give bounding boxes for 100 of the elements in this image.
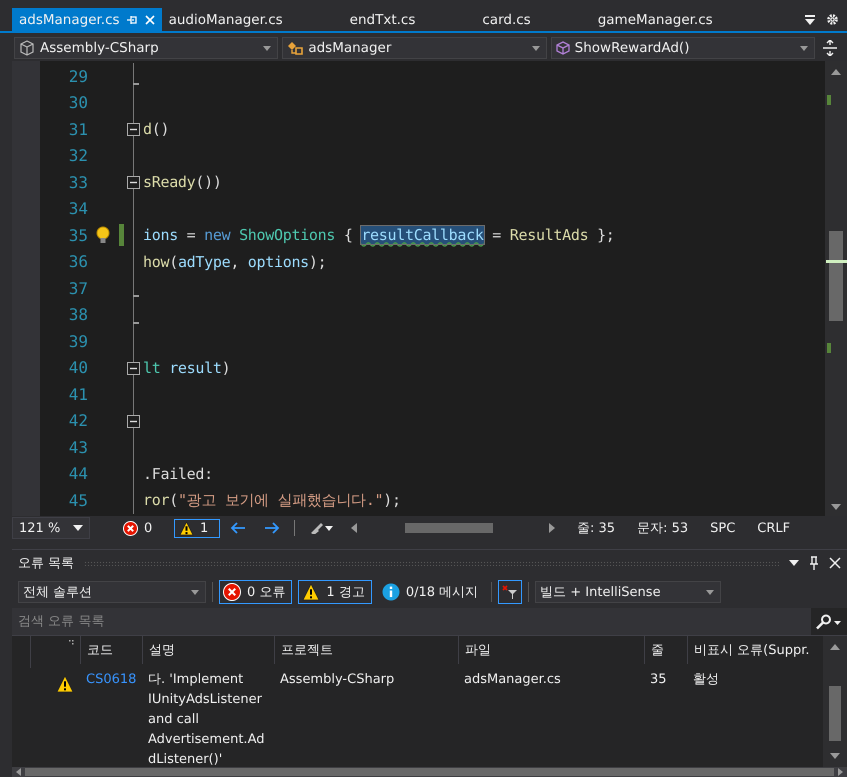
code-line: .Failed: [142, 464, 213, 483]
caret-icon [800, 46, 808, 50]
line-number: 35 [68, 226, 88, 245]
caret-icon [706, 590, 714, 594]
navigation-dropdown[interactable]: Assembly-CSharp [14, 37, 278, 59]
dropdown-icon[interactable] [789, 560, 799, 566]
change-mark [827, 95, 831, 105]
close-icon[interactable] [829, 557, 841, 569]
code-line: d() [142, 120, 170, 138]
line-number: 36 [68, 252, 88, 272]
code-line: sReady()) [142, 173, 222, 192]
line-number: 31 [68, 120, 88, 139]
overflow-icon[interactable] [804, 14, 816, 26]
table-cell-text: 다. 'Implement IUnityAdsListener and call Advertisement.AddListener()' [147, 671, 266, 769]
collapse-icon[interactable] [127, 176, 140, 189]
cube-icon [556, 41, 570, 55]
scroll-thumb[interactable] [25, 768, 834, 776]
search-field[interactable]: 검색 오류 목록 [12, 608, 811, 635]
scroll-down-icon[interactable] [831, 504, 841, 510]
caret-icon [191, 590, 199, 594]
change-mark [827, 343, 831, 353]
line-number: 41 [68, 384, 88, 404]
column-header[interactable]: 설명 [142, 636, 274, 664]
line-number: 33 [68, 172, 88, 192]
collapse-icon[interactable] [127, 362, 140, 374]
navigation-dropdown[interactable]: ShowRewardAd() [550, 37, 815, 59]
lightbulb-icon[interactable] [96, 226, 110, 244]
scope-dropdown[interactable]: 전체 솔루션 [18, 581, 206, 603]
caret-position-mark [826, 260, 847, 263]
line-number: 34 [68, 199, 88, 218]
collapse-icon[interactable] [127, 414, 140, 428]
error-filter-button[interactable]: 0 오류 [219, 580, 292, 604]
scroll-thumb[interactable] [829, 686, 841, 741]
line-number: 32 [68, 146, 88, 166]
line-number: 38 [68, 305, 88, 324]
line-number: 44 [68, 464, 88, 484]
warning-icon [56, 675, 74, 693]
scroll-left-icon[interactable] [351, 523, 357, 533]
column-header[interactable]: 파일 [458, 636, 644, 664]
back-arrow-icon[interactable] [230, 522, 246, 534]
scroll-thumb[interactable] [829, 231, 843, 321]
warning-count-button[interactable]: 1 [174, 518, 220, 538]
zoom-dropdown[interactable]: 121 % [12, 517, 90, 539]
split-icon[interactable] [822, 40, 837, 56]
collapse-icon[interactable] [127, 123, 140, 136]
line-number: 30 [68, 93, 88, 112]
table-cell-text: 활성 [692, 671, 720, 689]
line-number: 43 [68, 438, 88, 457]
source-dropdown[interactable]: 빌드 + IntelliSense [535, 581, 722, 603]
warning-icon [302, 583, 320, 601]
error-count-button[interactable]: 0 [118, 518, 164, 538]
column-header[interactable]: 코드 [80, 636, 142, 664]
warning-icon [179, 520, 194, 536]
scroll-right-icon[interactable] [838, 768, 843, 776]
scroll-thumb[interactable] [405, 523, 493, 533]
line-ending: CRLF [757, 520, 790, 536]
info-icon [382, 583, 400, 601]
scroll-right-icon[interactable] [549, 523, 555, 533]
line-number: 29 [68, 66, 88, 86]
column-header[interactable]: 줄 [644, 636, 687, 664]
clear-filter-button[interactable] [498, 580, 522, 604]
navigation-dropdown[interactable]: adsManager [282, 37, 547, 59]
info-filter-button[interactable]: 0/18 메시지 [378, 580, 486, 604]
file-tab[interactable]: card.cs [475, 8, 591, 31]
line-number: 42 [68, 411, 88, 430]
code-line: ror("광고 보기에 실패했습니다."); [142, 490, 401, 510]
caret-icon[interactable] [73, 525, 83, 531]
file-tab[interactable]: gameManager.cs [590, 8, 773, 31]
filter-icon [502, 585, 518, 599]
forward-arrow-icon[interactable] [264, 522, 280, 534]
table-cell-text: 35 [649, 671, 668, 689]
error-code-link[interactable]: CS0618 [86, 672, 136, 687]
search-icon[interactable] [815, 614, 841, 630]
panel-title: 오류 목록 [18, 555, 74, 572]
code-line: ions = new ShowOptions { resultCallback = ResultAds }; [142, 226, 615, 244]
settings-icon[interactable] [826, 13, 839, 26]
error-icon [223, 583, 241, 601]
file-tab[interactable]: audioManager.cs [162, 8, 343, 31]
line-number: 39 [68, 332, 88, 351]
indent-mode: SPC [710, 520, 736, 536]
scroll-left-icon[interactable] [16, 768, 21, 776]
code-line: lt result) [142, 358, 230, 377]
code-line: how(adType, options); [142, 252, 326, 271]
scroll-up-icon[interactable] [830, 644, 840, 650]
scroll-up-icon[interactable] [831, 69, 841, 75]
scroll-down-icon[interactable] [830, 753, 840, 759]
column-position: 문자: 53 [637, 520, 688, 537]
pin-icon[interactable] [809, 556, 819, 570]
line-number: 40 [68, 358, 88, 378]
column-header[interactable]: 프로젝트 [274, 636, 458, 664]
brush-icon[interactable] [309, 522, 333, 534]
sort-icon[interactable] [69, 640, 74, 645]
line-number: 45 [68, 490, 88, 510]
warning-filter-button[interactable]: 1 경고 [298, 580, 372, 604]
project-icon [19, 40, 35, 56]
caret-icon [532, 46, 540, 50]
class-icon [287, 40, 304, 56]
line-position: 줄: 35 [577, 520, 616, 537]
file-tab[interactable]: endTxt.cs [342, 8, 476, 31]
line-number: 37 [68, 278, 88, 298]
